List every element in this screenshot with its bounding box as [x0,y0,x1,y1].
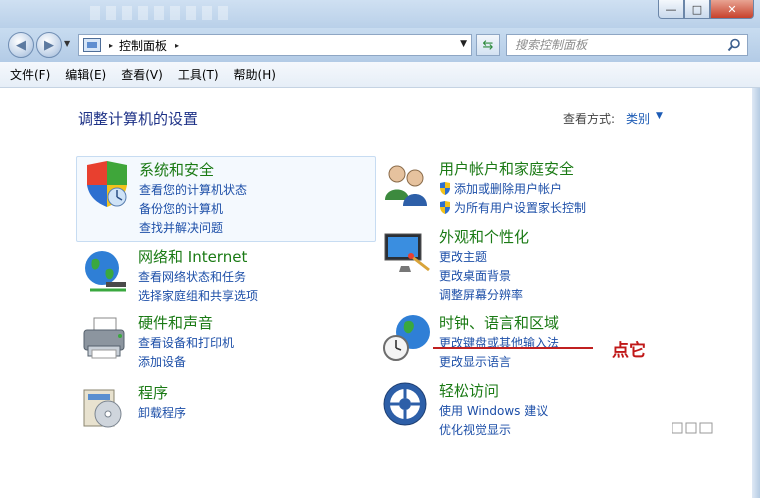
title-text-ghost [90,6,230,20]
menu-tools[interactable]: 工具(T) [178,66,219,83]
programs-disc-icon [83,389,122,428]
link-change-keyboard-input[interactable]: 更改键盘或其他输入法 [439,334,559,353]
link-parental-controls[interactable]: 为所有用户设置家长控制 [439,199,586,218]
category-title[interactable]: 程序 [138,382,168,403]
control-panel-icon [83,38,101,52]
uac-shield-icon [440,201,450,214]
address-bar[interactable]: ▸ 控制面板 ▸ ▼ [78,34,472,56]
uac-shield-icon [440,182,450,195]
category-ease-of-access[interactable]: 轻松访问 使用 Windows 建议 优化视觉显示 [377,378,687,438]
appearance-monitor-icon [384,233,430,272]
view-by-dropdown[interactable]: 类别 [626,110,650,127]
link-add-remove-accounts[interactable]: 添加或删除用户帐户 [439,180,586,199]
back-arrow-icon: ◀ [16,37,26,53]
category-links: 卸载程序 [138,404,186,423]
link-text[interactable]: 为所有用户设置家长控制 [454,201,586,215]
link-homegroup-sharing[interactable]: 选择家庭组和共享选项 [138,287,258,306]
maximize-button[interactable]: □ [684,0,710,19]
menu-bar: 文件(F) 编辑(E) 查看(V) 工具(T) 帮助(H) [0,62,760,88]
navigation-bar: ◀ ▶ ▼ ▸ 控制面板 ▸ ▼ ⇆ [0,28,760,62]
refresh-icon: ⇆ [482,37,494,53]
category-title[interactable]: 系统和安全 [139,159,214,180]
menu-help[interactable]: 帮助(H) [234,66,276,83]
link-change-display-language[interactable]: 更改显示语言 [439,353,559,372]
category-title[interactable]: 外观和个性化 [439,226,529,247]
menu-file[interactable]: 文件(F) [10,66,50,83]
category-links: 更改主题 更改桌面背景 调整屏幕分辨率 [439,248,523,305]
link-add-device[interactable]: 添加设备 [138,353,234,372]
shield-computer-icon [87,161,127,207]
category-system-security[interactable]: 系统和安全 查看您的计算机状态 备份您的计算机 查找并解决问题 [76,156,376,242]
category-title[interactable]: 轻松访问 [439,380,499,401]
category-links: 查看网络状态和任务 选择家庭组和共享选项 [138,268,258,306]
category-title[interactable]: 网络和 Internet [138,246,247,267]
forward-arrow-icon: ▶ [44,37,54,53]
page-title: 调整计算机的设置 [78,110,199,128]
link-uninstall-program[interactable]: 卸载程序 [138,404,186,423]
link-change-theme[interactable]: 更改主题 [439,248,523,267]
view-by-chevron-down-icon[interactable]: ▼ [656,111,663,121]
window-right-edge [752,88,760,498]
link-view-computer-status[interactable]: 查看您的计算机状态 [139,181,247,200]
link-windows-suggestions[interactable]: 使用 Windows 建议 [439,402,548,421]
link-devices-printers[interactable]: 查看设备和打印机 [138,334,234,353]
link-text[interactable]: 添加或删除用户帐户 [454,182,562,196]
category-links: 更改键盘或其他输入法 更改显示语言 [439,334,559,372]
annotation-underline [433,347,593,349]
network-globe-icon [85,251,126,292]
forward-button[interactable]: ▶ [36,32,62,58]
menu-edit[interactable]: 编辑(E) [65,66,106,83]
close-button[interactable]: ✕ [710,0,754,19]
view-by-label: 查看方式: [563,112,616,126]
category-hardware-sound[interactable]: 硬件和声音 查看设备和打印机 添加设备 [76,310,376,370]
category-user-accounts[interactable]: 用户帐户和家庭安全 添加或删除用户帐户 为所有用户设置家长控制 [377,156,687,218]
refresh-button[interactable]: ⇆ [476,34,500,56]
category-network-internet[interactable]: 网络和 Internet 查看网络状态和任务 选择家庭组和共享选项 [76,244,376,304]
category-links: 查看设备和打印机 添加设备 [138,334,234,372]
minimize-button[interactable]: — [658,0,684,19]
link-screen-resolution[interactable]: 调整屏幕分辨率 [439,286,523,305]
category-programs[interactable]: 程序 卸载程序 [76,380,376,432]
category-links: 查看您的计算机状态 备份您的计算机 查找并解决问题 [139,181,247,238]
search-box[interactable] [506,34,748,56]
link-optimize-display[interactable]: 优化视觉显示 [439,421,548,440]
recent-pages-dropdown[interactable]: ▼ [64,39,70,48]
category-links: 使用 Windows 建议 优化视觉显示 [439,402,548,440]
address-separator[interactable]: ▸ [109,41,113,50]
printer-icon [83,317,125,359]
link-change-background[interactable]: 更改桌面背景 [439,267,523,286]
menu-view[interactable]: 查看(V) [121,66,163,83]
category-appearance[interactable]: 外观和个性化 更改主题 更改桌面背景 调整屏幕分辨率 [377,224,687,304]
category-title[interactable]: 时钟、语言和区域 [439,312,559,333]
category-title[interactable]: 用户帐户和家庭安全 [439,158,574,179]
category-title[interactable]: 硬件和声音 [138,312,213,333]
users-icon [385,165,427,206]
control-panel-content: 调整计算机的设置 查看方式: 类别 ▼ 系统和安全 查看您的计算机状态 备份您的… [0,88,752,498]
search-input[interactable] [515,38,715,52]
category-links: 添加或删除用户帐户 为所有用户设置家长控制 [439,180,586,218]
link-backup-computer[interactable]: 备份您的计算机 [139,200,247,219]
back-button[interactable]: ◀ [8,32,34,58]
breadcrumb-control-panel[interactable]: 控制面板 [119,37,167,54]
search-icon[interactable] [727,38,741,52]
annotation-text: 点它 [612,341,646,361]
window-controls: — □ ✕ [658,0,754,19]
link-troubleshoot[interactable]: 查找并解决问题 [139,219,247,238]
clock-globe-icon [383,315,430,361]
title-bar: — □ ✕ [0,0,760,28]
link-network-status[interactable]: 查看网络状态和任务 [138,268,258,287]
ease-of-access-icon [383,382,427,426]
watermark-logo-icon [672,422,713,434]
address-dropdown-icon[interactable]: ▼ [460,39,467,49]
address-separator-trailing[interactable]: ▸ [175,41,179,50]
